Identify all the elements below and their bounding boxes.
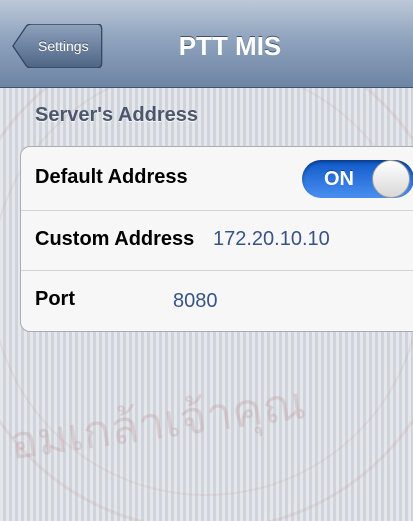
section-header: Server's Address (35, 104, 198, 126)
default-address-toggle[interactable]: ON (302, 160, 413, 198)
default-address-row: Default Address ON (21, 147, 413, 211)
back-button-label: Settings (38, 38, 89, 54)
server-address-group: Default Address ON Custom Address 172.20… (20, 146, 413, 332)
page-title: PTT MIS (178, 31, 282, 61)
toggle-on-label: ON (324, 168, 354, 190)
settings-screen: อมเกล้าเจ้าคุณ Settings PTT MIS Server's… (0, 0, 413, 521)
toggle-knob (372, 160, 410, 198)
port-label: Port (35, 288, 75, 310)
port-row: Port 8080 (21, 271, 413, 331)
settings-back-button[interactable]: Settings (12, 24, 103, 68)
custom-address-label: Custom Address (35, 228, 195, 250)
navigation-bar: Settings PTT MIS (0, 0, 413, 88)
custom-address-field[interactable]: 172.20.10.10 (213, 228, 330, 251)
watermark-text: อมเกล้าเจ้าคุณ (6, 375, 308, 472)
default-address-label: Default Address (35, 166, 188, 188)
custom-address-row: Custom Address 172.20.10.10 (21, 211, 413, 271)
port-field[interactable]: 8080 (173, 290, 218, 313)
